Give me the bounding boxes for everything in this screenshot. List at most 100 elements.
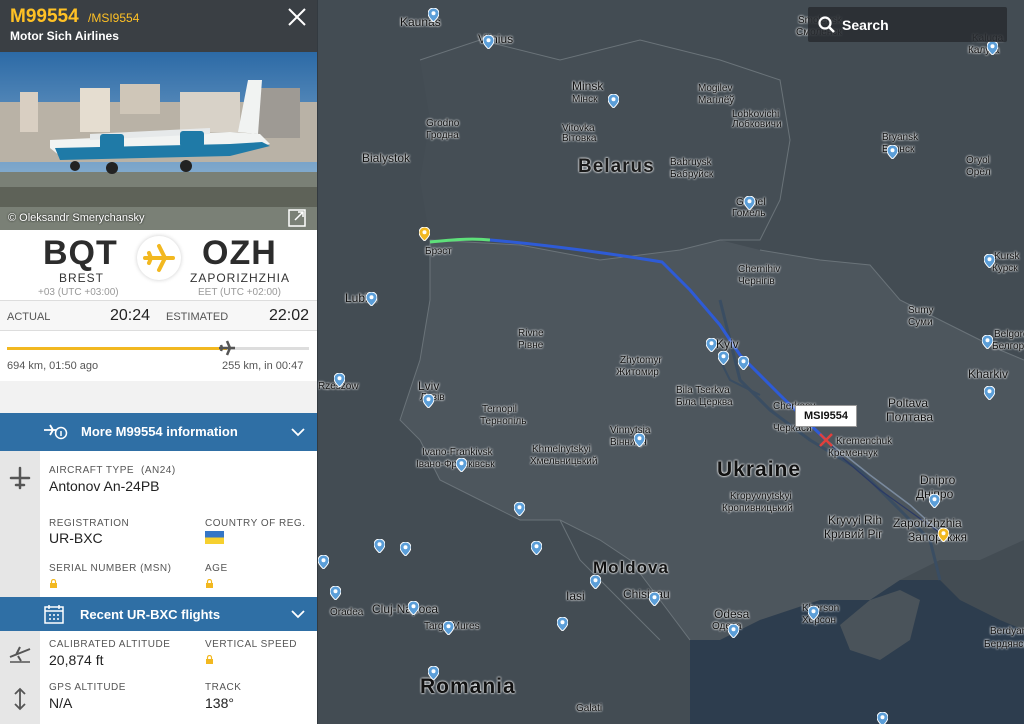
- destination-airport-pin-icon[interactable]: [938, 528, 949, 542]
- city-label-local: Житомир: [616, 367, 659, 378]
- flight-info-panel: M99554 /MSI9554 Motor Sich Airlines © Ol…: [0, 0, 317, 724]
- airport-pin-icon[interactable]: [929, 494, 940, 508]
- city-label-local: Бердянськ: [984, 639, 1024, 650]
- calibrated-altitude-value: 20,874 ft: [49, 652, 104, 668]
- actual-label: ACTUAL: [7, 311, 51, 323]
- progress-fill: [7, 347, 228, 350]
- airport-pin-icon[interactable]: [984, 386, 995, 400]
- airport-pin-icon[interactable]: [728, 624, 739, 638]
- airport-pin-icon[interactable]: [987, 41, 998, 55]
- city-label-local: Тернопіль: [480, 416, 527, 427]
- city-label: Lviv: [418, 379, 440, 393]
- track-label: TRACK: [205, 682, 242, 693]
- airport-pin-icon[interactable]: [984, 254, 995, 268]
- gps-altitude-label: GPS ALTITUDE: [49, 682, 126, 693]
- airport-pin-icon[interactable]: [744, 196, 755, 210]
- airport-pin-icon[interactable]: [706, 338, 717, 352]
- airport-pin-icon[interactable]: [718, 351, 729, 365]
- distance-flown: 694 km, 01:50 ago: [7, 360, 99, 372]
- airport-pin-icon[interactable]: [483, 35, 494, 49]
- city-label: Kharkiv: [968, 367, 1009, 381]
- city-label: Chernihiv: [738, 264, 781, 275]
- airport-pin-icon[interactable]: [531, 541, 542, 555]
- airport-pin-icon[interactable]: [374, 539, 385, 553]
- search-icon: [818, 15, 835, 33]
- city-label-local: Белгород: [992, 341, 1024, 352]
- airport-pin-icon[interactable]: [557, 617, 568, 631]
- airport-pin-icon[interactable]: [318, 555, 329, 569]
- city-label: Dnipro: [920, 473, 956, 487]
- airport-pin-icon[interactable]: [982, 335, 993, 349]
- search-box[interactable]: Search: [808, 7, 1007, 42]
- estimated-label: ESTIMATED: [166, 311, 229, 323]
- aircraft-icon: [9, 466, 31, 490]
- country-label: COUNTRY OF REG.: [205, 518, 306, 529]
- city-label-local: Полтава: [886, 410, 933, 424]
- aircraft-photo-image: [0, 52, 317, 230]
- airport-pin-icon[interactable]: [334, 373, 345, 387]
- city-label-local: Лобковичи: [732, 119, 782, 130]
- city-label-local: Суми: [908, 317, 933, 328]
- flight-callsign: /MSI9554: [88, 11, 140, 25]
- city-label: Minsk: [572, 79, 604, 93]
- close-icon[interactable]: [286, 6, 308, 28]
- airport-pin-icon[interactable]: [608, 94, 619, 108]
- city-label: Babruysk: [670, 157, 712, 168]
- progress-section: 694 km, 01:50 ago 255 km, in 00:47: [0, 331, 317, 381]
- city-label: Kropyvnytskyi: [730, 491, 792, 502]
- airport-pin-icon[interactable]: [408, 601, 419, 615]
- aircraft-type-code: (AN24): [141, 465, 176, 476]
- airport-pin-icon[interactable]: [423, 394, 434, 408]
- country-label-moldova: Moldova: [593, 558, 669, 577]
- origin-code[interactable]: BQT: [43, 234, 118, 273]
- route-plane-badge: [137, 236, 181, 280]
- progress-plane-icon: [219, 340, 236, 356]
- airport-pin-icon[interactable]: [428, 666, 439, 680]
- more-info-header[interactable]: More M99554 information: [0, 413, 317, 451]
- flight-data-details: CALIBRATED ALTITUDE 20,874 ft VERTICAL S…: [0, 631, 317, 724]
- aircraft-type-value: Antonov An-24PB: [49, 478, 160, 494]
- msn-label: SERIAL NUMBER (MSN): [49, 563, 172, 574]
- airport-pin-icon[interactable]: [590, 575, 601, 589]
- aircraft-callsign-tag[interactable]: MSI9554: [795, 405, 858, 427]
- airport-pin-icon[interactable]: [428, 8, 439, 22]
- airport-pin-icon[interactable]: [877, 712, 888, 724]
- airport-pin-icon[interactable]: [456, 458, 467, 472]
- city-label: Oryol: [966, 155, 990, 166]
- city-label: Kremenchuk: [836, 436, 893, 447]
- progress-track: [7, 340, 309, 356]
- origin-airport-pin-icon[interactable]: [419, 227, 430, 241]
- flight-map[interactable]: Belarus Ukraine Moldova Romania Kaunas V…: [318, 0, 1024, 724]
- city-label: Zhytomyr: [620, 355, 662, 366]
- lock-icon: [206, 579, 213, 588]
- airport-pin-icon[interactable]: [330, 586, 341, 600]
- actual-time: 20:24: [110, 307, 151, 324]
- airport-pin-icon[interactable]: [400, 542, 411, 556]
- airport-pin-icon[interactable]: [738, 356, 749, 370]
- airport-pin-icon[interactable]: [808, 606, 819, 620]
- airport-pin-icon[interactable]: [634, 433, 645, 447]
- city-label-local: Кременчук: [828, 448, 878, 459]
- city-label: Bialystok: [362, 151, 411, 165]
- airport-pin-icon[interactable]: [366, 292, 377, 306]
- city-label: Poltava: [888, 396, 929, 410]
- registration-label: REGISTRATION: [49, 518, 130, 529]
- city-label-local: Хмельницький: [530, 456, 598, 467]
- lock-icon: [50, 579, 57, 588]
- recent-flights-header[interactable]: Recent UR-BXC flights: [0, 597, 317, 631]
- airport-pin-icon[interactable]: [887, 145, 898, 159]
- expand-photo-icon[interactable]: [287, 208, 307, 228]
- destination-code[interactable]: OZH: [202, 234, 277, 273]
- country-label-belarus: Belarus: [578, 156, 655, 177]
- city-label: Kyiv: [716, 337, 739, 351]
- city-label: Khmelnytskyi: [532, 444, 591, 455]
- airport-pin-icon[interactable]: [514, 502, 525, 516]
- city-label: Cluj-Napoca: [372, 602, 439, 616]
- city-label-local: Брэст: [425, 246, 452, 257]
- city-label-local: Біла Церква: [676, 397, 733, 408]
- airport-pin-icon[interactable]: [649, 592, 660, 606]
- city-label: Galati: [576, 703, 603, 714]
- aircraft-photo[interactable]: © Oleksandr Smerychansky: [0, 52, 317, 230]
- airport-pin-icon[interactable]: [443, 621, 454, 635]
- estimated-time: 22:02: [269, 307, 310, 324]
